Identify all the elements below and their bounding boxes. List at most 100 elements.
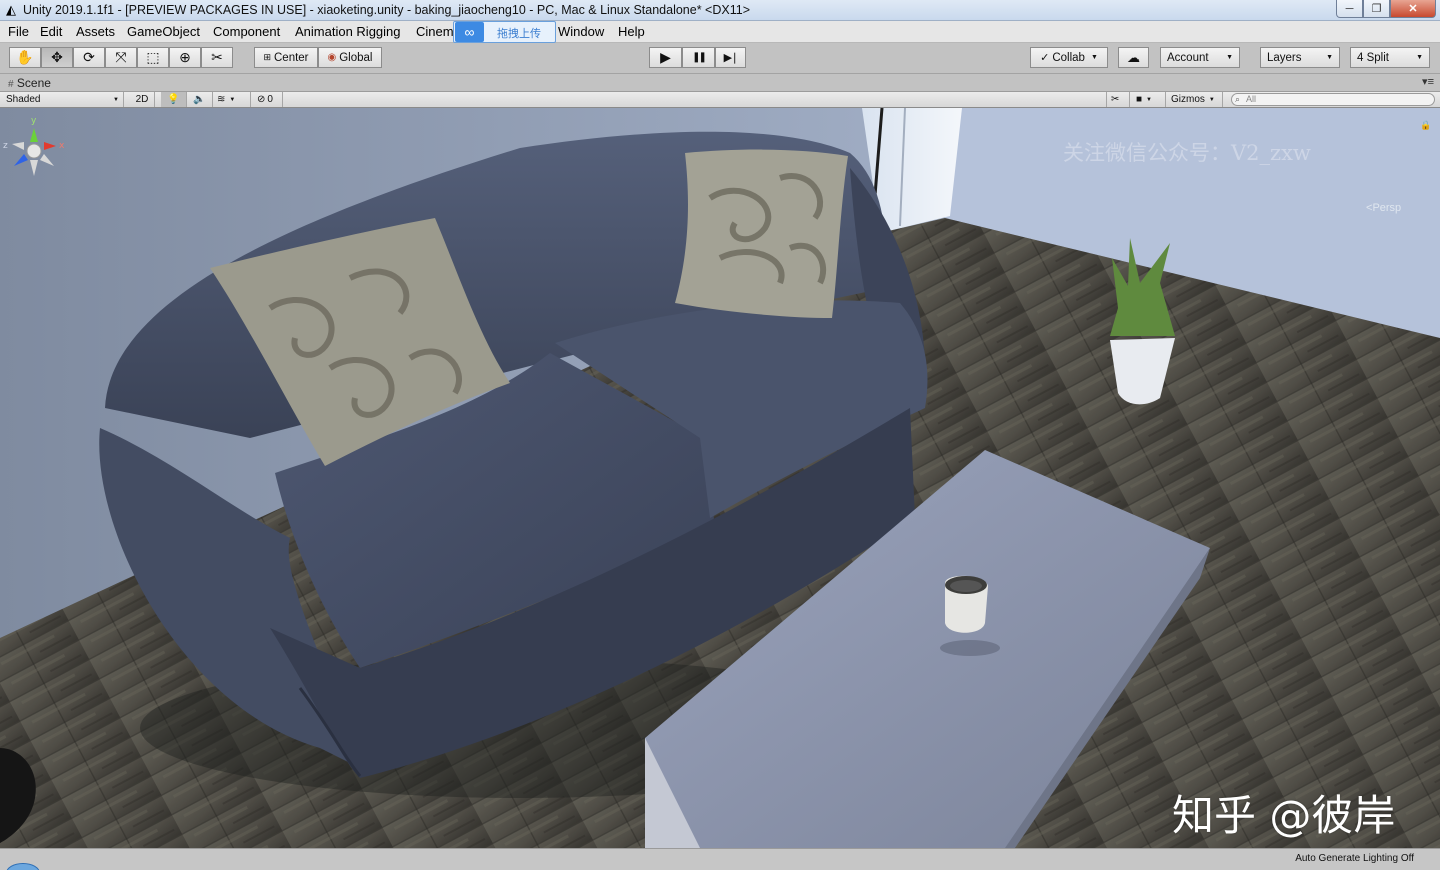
- hand-icon: ✋: [16, 49, 34, 65]
- chevron-down-icon: ▼: [1326, 54, 1333, 61]
- lock-icon[interactable]: 🔒: [1420, 120, 1431, 130]
- mode-2d-label: 2D: [135, 94, 149, 105]
- scene-search-input[interactable]: ⌕ All: [1231, 93, 1435, 106]
- start-orb-icon[interactable]: [6, 863, 40, 870]
- pivot-icon: ⊞: [263, 52, 271, 62]
- play-button[interactable]: ▶: [649, 47, 682, 68]
- move-tool-button[interactable]: ✥: [41, 47, 73, 68]
- window-title: Unity 2019.1.1f1 - [PREVIEW PACKAGES IN …: [23, 3, 750, 17]
- persp-label: Persp: [1372, 202, 1402, 214]
- menu-gameobject[interactable]: GameObject: [127, 24, 200, 39]
- menu-assets[interactable]: Assets: [76, 24, 115, 39]
- lightbulb-icon: 💡: [167, 94, 180, 105]
- chevron-down-icon: ▼: [1208, 96, 1215, 103]
- audio-toggle[interactable]: 🔈: [187, 92, 213, 107]
- layout-dropdown[interactable]: 4 Split ▼: [1350, 47, 1430, 68]
- hidden-objects-toggle[interactable]: ⊘ 0: [253, 92, 283, 107]
- layout-label: 4 Split: [1357, 51, 1389, 64]
- toggle-2d-button[interactable]: 2D: [130, 92, 155, 107]
- minimize-button[interactable]: ─: [1336, 0, 1363, 18]
- draw-mode-label: Shaded: [6, 94, 41, 105]
- lighting-status[interactable]: Auto Generate Lighting Off: [1295, 853, 1414, 864]
- projection-toggle[interactable]: <Persp: [1366, 202, 1401, 214]
- menu-help[interactable]: Help: [618, 24, 645, 39]
- scale-tool-button[interactable]: ⤧: [105, 47, 137, 68]
- scene-render: [0, 108, 1440, 848]
- camera-icon: ■: [1136, 94, 1143, 105]
- chevron-down-icon: ▼: [1146, 96, 1152, 103]
- gizmo-x-label: x: [59, 141, 65, 151]
- wechat-watermark: 关注微信公众号：V2_zxw: [1063, 141, 1311, 165]
- gizmo-y-label: y: [31, 116, 37, 126]
- chevron-down-icon: ▼: [1416, 54, 1423, 61]
- custom-tool-button[interactable]: ✂: [201, 47, 233, 68]
- draw-mode-dropdown[interactable]: Shaded ▼: [2, 92, 124, 107]
- orientation-gizmo[interactable]: y x z: [0, 114, 68, 186]
- grid-icon: #: [8, 79, 14, 90]
- hidden-count: 0: [267, 94, 273, 105]
- hand-tool-button[interactable]: ✋: [9, 47, 41, 68]
- transform-icon: ⊕: [179, 49, 191, 65]
- gizmo-z-label: z: [3, 141, 8, 151]
- tab-menu-icon[interactable]: ▾≡: [1422, 75, 1434, 88]
- pivot-rotation-button[interactable]: ◉ Global: [318, 47, 382, 68]
- rotate-tool-button[interactable]: ⟳: [73, 47, 105, 68]
- menu-animation-rigging[interactable]: Animation Rigging: [295, 24, 401, 39]
- account-dropdown[interactable]: Account ▼: [1160, 47, 1240, 68]
- close-button[interactable]: ✕: [1390, 0, 1436, 18]
- move-icon: ✥: [51, 49, 63, 65]
- pivot-mode-button[interactable]: ⊞ Center: [254, 47, 318, 68]
- chevron-down-icon: ▼: [113, 96, 119, 103]
- chevron-down-icon: ▼: [1226, 54, 1233, 61]
- drag-upload-label: 拖拽上传: [497, 28, 541, 40]
- menu-file[interactable]: File: [8, 24, 29, 39]
- main-toolbar: ✋ ✥ ⟳ ⤧ ⬚ ⊕ ✂ ⊞ Center ◉ Global ▶ ❚❚ ▶❘ ✓ C…: [0, 43, 1440, 74]
- maximize-button[interactable]: ❐: [1363, 0, 1390, 18]
- chevron-down-icon: ▼: [1090, 54, 1098, 61]
- scene-toolbar: Shaded ▼ 2D 💡 🔈 ≋ ▼ ⊘ 0 ✂ ■ ▼ Gizmos ▼ ⌕ All: [0, 91, 1440, 108]
- search-placeholder: All: [1246, 94, 1257, 104]
- effects-dropdown[interactable]: ≋ ▼: [213, 92, 251, 107]
- effects-icon: ≋: [217, 94, 226, 105]
- tab-scene[interactable]: # Scene: [8, 76, 51, 90]
- pause-button[interactable]: ❚❚: [682, 47, 715, 68]
- custom-tool-icon: ✂: [211, 49, 223, 65]
- menu-window[interactable]: Window: [558, 24, 604, 39]
- pause-icon: ❚❚: [692, 52, 707, 63]
- speaker-icon: 🔈: [193, 94, 206, 105]
- menu-cinemachine[interactable]: Cinem: [416, 24, 454, 39]
- scene-tab-label: Scene: [16, 76, 51, 90]
- scene-tools-button[interactable]: ✂: [1106, 92, 1130, 107]
- cloud-button[interactable]: ☁: [1118, 47, 1149, 68]
- scale-icon: ⤧: [115, 49, 127, 65]
- collab-dropdown[interactable]: ✓ Collab ▼: [1030, 47, 1108, 68]
- title-bar: ◭ Unity 2019.1.1f1 - [PREVIEW PACKAGES I…: [0, 0, 1440, 21]
- step-button[interactable]: ▶❘: [715, 47, 746, 68]
- status-bar: Auto Generate Lighting Off: [0, 848, 1440, 870]
- camera-dropdown[interactable]: ■ ▼: [1132, 92, 1166, 107]
- drag-upload-overlay[interactable]: ∞ 拖拽上传: [453, 21, 556, 43]
- rotate-icon: ⟳: [83, 49, 95, 65]
- pivot-rotation-label: Global: [339, 51, 373, 64]
- pivot-mode-label: Center: [274, 51, 309, 64]
- collab-label: Collab: [1052, 51, 1085, 64]
- globe-icon: ◉: [327, 52, 337, 63]
- menu-component[interactable]: Component: [213, 24, 280, 39]
- layers-dropdown[interactable]: Layers ▼: [1260, 47, 1340, 68]
- layers-label: Layers: [1267, 51, 1302, 64]
- rect-icon: ⬚: [146, 49, 160, 65]
- rect-tool-button[interactable]: ⬚: [137, 47, 169, 68]
- search-icon: ⌕: [1235, 94, 1241, 104]
- gizmos-dropdown[interactable]: Gizmos ▼: [1167, 92, 1223, 107]
- zhihu-watermark: 知乎 @彼岸: [1172, 791, 1396, 840]
- eye-off-icon: ⊘: [257, 94, 266, 105]
- cloud-icon: ☁: [1127, 49, 1140, 65]
- transform-tool-button[interactable]: ⊕: [169, 47, 201, 68]
- lighting-toggle[interactable]: 💡: [161, 92, 187, 107]
- scene-viewport[interactable]: 关注微信公众号：V2_zxw y x z 🔒 <Persp 知乎 @彼岸: [0, 108, 1440, 848]
- check-circle-icon: ✓: [1040, 52, 1050, 64]
- wrench-icon: ✂: [1111, 94, 1120, 105]
- menu-edit[interactable]: Edit: [40, 24, 62, 39]
- cloud-sync-icon: ∞: [455, 22, 484, 42]
- account-label: Account: [1167, 51, 1209, 64]
